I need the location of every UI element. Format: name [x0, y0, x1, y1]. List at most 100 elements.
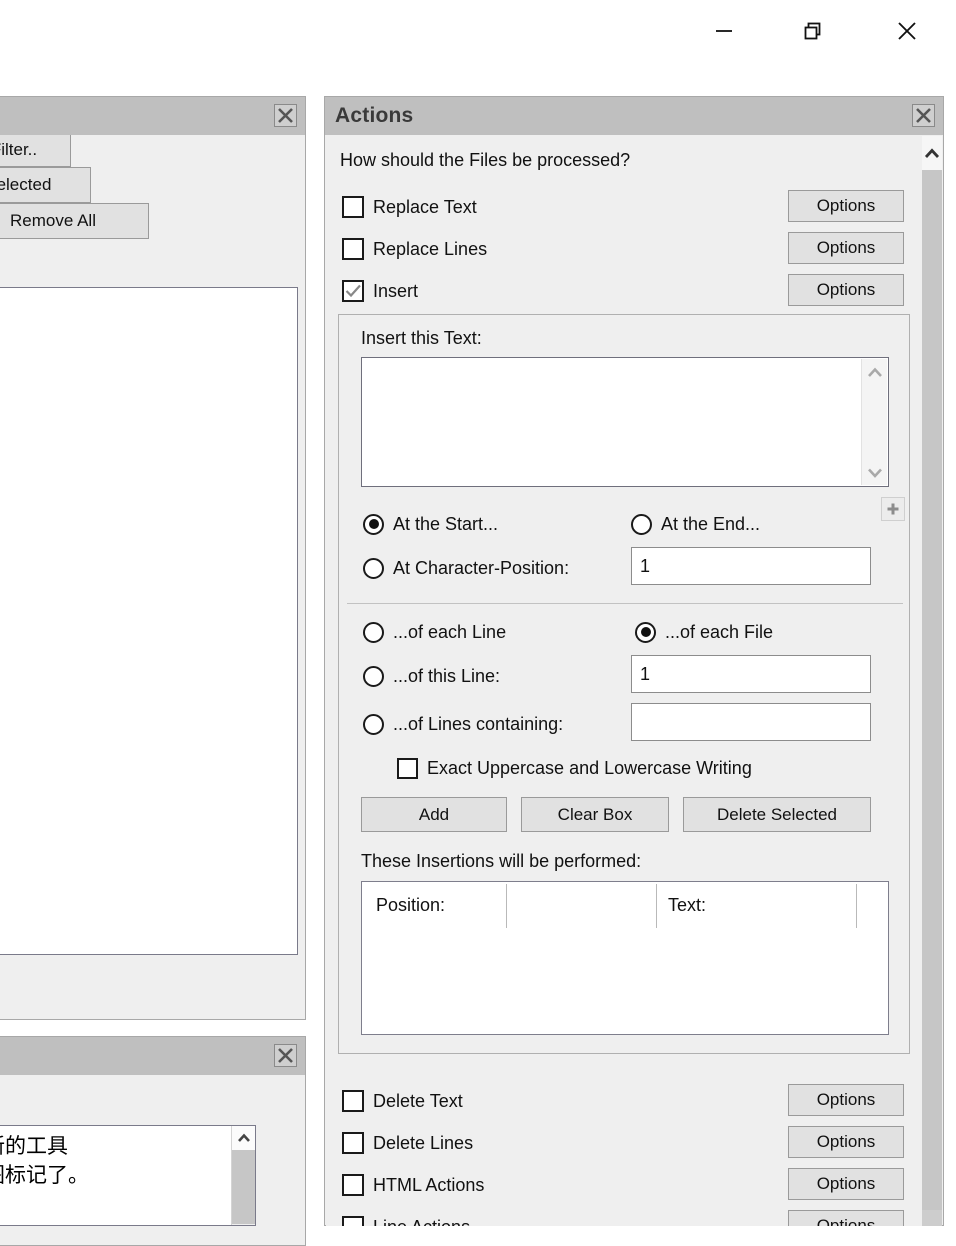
files-panel-close-button[interactable] [274, 104, 297, 127]
clear-box-button[interactable]: Clear Box [521, 797, 669, 832]
chevron-down-icon [867, 468, 882, 478]
html-actions-label: HTML Actions [373, 1174, 485, 1195]
minimize-button[interactable] [693, 0, 755, 62]
actions-content: How should the Files be processed? Repla… [326, 136, 922, 1226]
window-controls [0, 0, 956, 62]
of-each-line-radio[interactable] [363, 621, 384, 643]
column-separator[interactable] [856, 884, 857, 928]
checkbox-row-delete-lines[interactable]: Delete Lines [342, 1130, 473, 1156]
checkbox-row-insert[interactable]: Insert [342, 278, 418, 304]
radio-row-at-end[interactable]: At the End... [631, 511, 760, 537]
delete-lines-label: Delete Lines [373, 1132, 474, 1153]
add-button[interactable]: Add [361, 797, 507, 832]
of-each-file-radio[interactable] [635, 621, 656, 643]
file-list[interactable] [0, 287, 298, 955]
radio-row-each-line[interactable]: ...of each Line [363, 619, 506, 645]
replace-text-label: Replace Text [373, 196, 477, 217]
checkbox-row-replace-lines[interactable]: Replace Lines [342, 236, 487, 262]
delete-selected-button[interactable]: Delete Selected [683, 797, 871, 832]
replace-text-options-button[interactable]: Options [788, 190, 904, 222]
radio-row-each-file[interactable]: ...of each File [635, 619, 773, 645]
lines-containing-input[interactable] [631, 703, 871, 741]
radio-row-lines-containing[interactable]: ...of Lines containing: [363, 711, 563, 737]
of-this-line-label: ...of this Line: [393, 665, 501, 686]
checkbox-row-html-actions[interactable]: HTML Actions [342, 1172, 484, 1198]
replace-lines-label: Replace Lines [373, 238, 488, 259]
files-panel-titlebar [0, 97, 305, 135]
notes-line-1: 了新的工具 [0, 1134, 68, 1158]
at-start-radio[interactable] [363, 513, 384, 535]
insert-settings-group: Insert this Text: At the Start... At the… [338, 314, 910, 1054]
delete-text-options-button[interactable]: Options [788, 1084, 904, 1116]
at-end-label: At the End... [661, 513, 761, 534]
checkbox-row-replace-text[interactable]: Replace Text [342, 194, 477, 220]
replace-text-checkbox[interactable] [342, 196, 364, 218]
checkbox-row-exact-case[interactable]: Exact Uppercase and Lowercase Writing [397, 755, 752, 781]
html-actions-checkbox[interactable] [342, 1174, 364, 1196]
char-position-input[interactable]: 1 [631, 547, 871, 585]
notes-panel-close-button[interactable] [274, 1044, 297, 1067]
scroll-up-button[interactable] [232, 1126, 255, 1150]
notes-panel-titlebar [0, 1037, 305, 1075]
insert-this-text-label: Insert this Text: [361, 328, 482, 348]
filter-button[interactable]: Filter.. [0, 132, 71, 167]
actions-close-button[interactable] [912, 104, 935, 127]
close-icon [278, 108, 293, 123]
actions-scroll-thumb[interactable] [921, 170, 942, 1210]
remove-selected-button[interactable]: elected [0, 167, 91, 203]
insert-label: Insert [373, 280, 419, 301]
notes-line-2: 截图标记了。 [0, 1163, 89, 1187]
at-end-radio[interactable] [631, 513, 652, 535]
of-lines-containing-radio[interactable] [363, 713, 384, 735]
insertions-list-label: These Insertions will be performed: [361, 851, 642, 871]
line-actions-checkbox[interactable] [342, 1216, 364, 1226]
replace-lines-checkbox[interactable] [342, 238, 364, 260]
scroll-up-button[interactable] [862, 359, 887, 385]
notes-scrollbar[interactable] [231, 1126, 255, 1225]
insert-options-button[interactable]: Options [788, 274, 904, 306]
processing-question-label: How should the Files be processed? [340, 150, 631, 170]
checkbox-row-line-actions[interactable]: Line Actions [342, 1214, 470, 1226]
radio-row-at-start[interactable]: At the Start... [363, 511, 498, 537]
close-window-button[interactable] [876, 0, 938, 62]
radio-row-this-line[interactable]: ...of this Line: [363, 663, 500, 689]
insertions-table-header-position: Position: [376, 895, 446, 915]
notes-scroll-thumb[interactable] [232, 1150, 255, 1224]
at-char-position-radio[interactable] [363, 557, 384, 579]
exact-case-checkbox[interactable] [397, 757, 418, 779]
actions-scrollbar[interactable] [920, 136, 942, 1226]
of-each-line-label: ...of each Line [393, 621, 507, 642]
of-lines-containing-label: ...of Lines containing: [393, 713, 564, 734]
insert-checkbox[interactable] [342, 280, 364, 302]
actions-titlebar: Actions [325, 97, 943, 135]
at-start-label: At the Start... [393, 513, 499, 534]
close-icon [278, 1048, 293, 1063]
column-separator[interactable] [506, 884, 507, 928]
column-separator[interactable] [656, 884, 657, 928]
radio-row-char-position[interactable]: At Character-Position: [363, 555, 569, 581]
plus-icon [887, 503, 899, 515]
this-line-input[interactable]: 1 [631, 655, 871, 693]
actions-scroll-up-button[interactable] [921, 136, 942, 170]
delete-lines-options-button[interactable]: Options [788, 1126, 904, 1158]
html-actions-options-button[interactable]: Options [788, 1168, 904, 1200]
line-actions-label: Line Actions [373, 1217, 470, 1227]
line-actions-options-button[interactable]: Options [788, 1210, 904, 1226]
checkbox-row-delete-text[interactable]: Delete Text [342, 1088, 463, 1114]
insert-text-scrollbar[interactable] [861, 359, 887, 485]
insertions-table[interactable]: Position: Text: [361, 881, 889, 1035]
replace-lines-options-button[interactable]: Options [788, 232, 904, 264]
delete-text-label: Delete Text [373, 1090, 463, 1111]
at-char-position-label: At Character-Position: [393, 557, 570, 578]
insert-text-input[interactable] [361, 357, 889, 487]
remove-all-button[interactable]: Remove All [0, 203, 149, 239]
delete-lines-checkbox[interactable] [342, 1132, 364, 1154]
insert-group-divider-1 [347, 603, 903, 604]
restore-button[interactable] [782, 0, 844, 62]
chevron-up-icon [867, 367, 882, 377]
notes-text-area[interactable]: 了新的工具 截图标记了。 [0, 1125, 256, 1226]
scroll-down-button[interactable] [862, 459, 887, 485]
add-variable-button[interactable] [881, 497, 905, 521]
of-this-line-radio[interactable] [363, 665, 384, 687]
delete-text-checkbox[interactable] [342, 1090, 364, 1112]
